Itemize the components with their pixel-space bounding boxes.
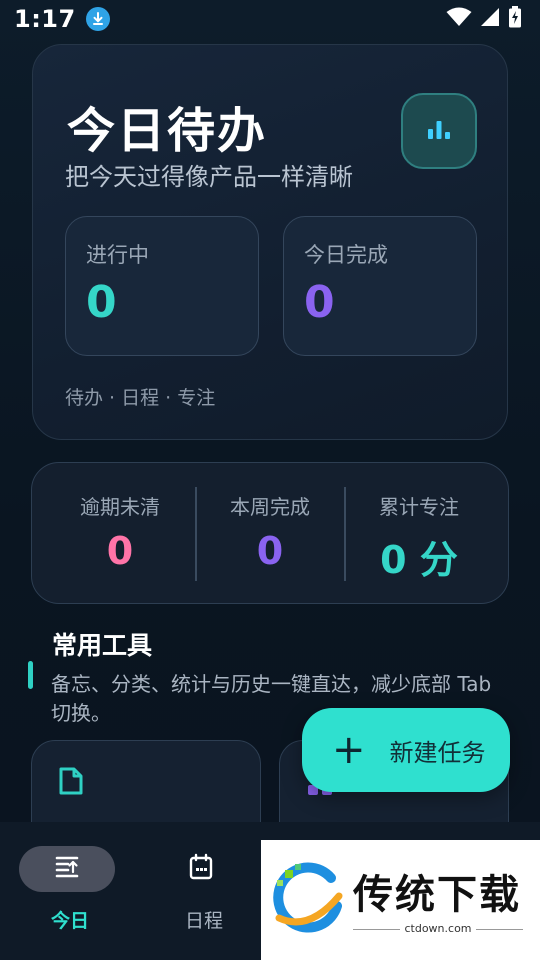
page-title: 今日待办	[67, 103, 268, 159]
summary-card: 逾期未清 0 本周完成 0 累计专注 0 分	[31, 462, 509, 604]
page-subtitle: 把今天过得像产品一样清晰	[65, 163, 353, 191]
calendar-icon	[188, 853, 214, 885]
week-done-value: 0	[256, 529, 284, 573]
ctdown-logo-icon	[271, 862, 347, 942]
nav-label-today: 今日	[50, 910, 89, 932]
watermark-overlay: 传统下载 ctdown.com	[261, 840, 540, 960]
new-task-button[interactable]: + 新建任务	[302, 708, 510, 792]
download-icon	[85, 7, 110, 31]
nav-item-today[interactable]: 今日	[0, 822, 140, 960]
in-progress-label: 进行中	[86, 243, 149, 267]
nav-label-schedule: 日程	[184, 910, 223, 932]
list-check-icon	[54, 854, 80, 884]
nav-icon-wrap	[153, 846, 249, 892]
battery-charging-icon	[508, 6, 522, 32]
done-today-stat[interactable]: 今日完成 0	[283, 216, 477, 356]
week-done-stat[interactable]: 本周完成 0	[195, 463, 345, 605]
today-hero-card: 今日待办 把今天过得像产品一样清晰 进行中 0 今日完成 0 待办 · 日程 ·…	[32, 44, 508, 440]
tools-section-title: 常用工具	[52, 631, 153, 660]
watermark-brand: 传统下载	[353, 872, 521, 918]
overdue-stat[interactable]: 逾期未清 0	[45, 463, 195, 605]
watermark-url-text: ctdown.com	[400, 922, 476, 935]
in-progress-value: 0	[86, 277, 117, 328]
status-bar: 1:17	[0, 0, 540, 38]
done-today-label: 今日完成	[304, 243, 388, 267]
new-task-label: 新建任务	[389, 738, 486, 767]
week-done-label: 本周完成	[230, 495, 310, 519]
focus-total-value: 0 分	[380, 538, 458, 582]
plus-icon: +	[332, 727, 366, 773]
focus-total-stat[interactable]: 累计专注 0 分	[344, 463, 494, 605]
done-today-value: 0	[304, 277, 335, 328]
document-icon	[58, 767, 84, 799]
overdue-value: 0	[106, 529, 134, 573]
app-screen: 1:17 今日待办 把今天过得像产品一样清晰 进行中 0 今日完成 0 待办 ·…	[0, 0, 540, 960]
wifi-icon	[446, 7, 472, 31]
signal-icon	[480, 7, 500, 31]
watermark-url: ctdown.com	[353, 922, 523, 935]
nav-item-schedule[interactable]: 日程	[134, 822, 274, 960]
statistics-button[interactable]	[401, 93, 477, 169]
section-accent-bar	[28, 661, 33, 689]
status-time: 1:17	[14, 5, 76, 33]
feature-tags: 待办 · 日程 · 专注	[65, 387, 216, 409]
in-progress-stat[interactable]: 进行中 0	[65, 216, 259, 356]
bar-chart-icon	[425, 115, 453, 147]
nav-active-pill	[19, 846, 115, 892]
focus-total-label: 累计专注	[379, 495, 459, 519]
overdue-label: 逾期未清	[80, 495, 160, 519]
